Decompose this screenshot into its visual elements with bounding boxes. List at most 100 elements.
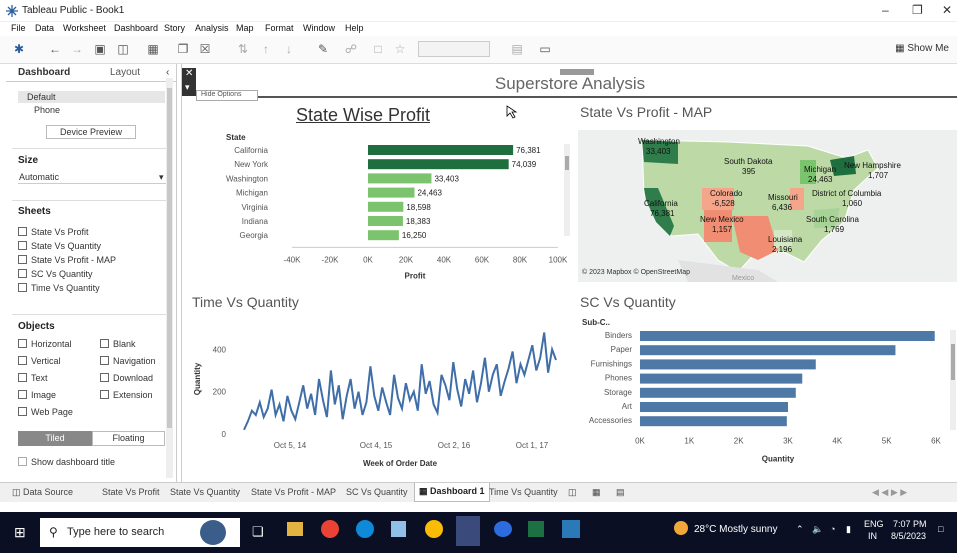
category-label: Binders [605,331,632,340]
object-vertical[interactable]: Vertical [18,356,61,366]
speaker-icon[interactable]: 🔈 [812,524,823,535]
clock-date: 8/5/2023 [891,531,927,541]
bar-value-label: 24,463 [417,189,442,198]
floating-toggle[interactable]: Floating [92,431,165,446]
tiled-toggle[interactable]: Tiled [18,431,92,446]
object-image[interactable]: Image [18,390,56,400]
sheet-item[interactable]: State Vs Quantity [18,241,101,251]
sort-desc-icon[interactable]: ↓ [282,42,296,56]
object-blank[interactable]: Blank [100,339,136,349]
sheet-item[interactable]: SC Vs Quantity [18,269,93,279]
notepad-icon[interactable] [391,521,406,537]
object-navigation[interactable]: Navigation [100,356,156,366]
tableau-home-icon[interactable]: ✱ [12,42,26,56]
chrome-icon[interactable] [321,520,339,538]
photos-icon[interactable] [562,520,580,538]
time-qty-chart[interactable]: 0 200 400 Quantity Oct 5, 14 Oct 4, 15 Oct 2, … [186,316,568,468]
pin-icon[interactable]: ☆ [393,42,407,56]
tab-state-vs-profit-map[interactable]: State Vs Profit - MAP [251,487,336,497]
tab-data-source[interactable]: ◫ Data Source [12,487,73,498]
show-title-checkbox[interactable]: Show dashboard title [18,457,115,467]
show-me-icon: ▦ [895,43,908,54]
new-worksheet-icon[interactable]: ◫ [568,487,577,498]
menu-file[interactable]: File [11,23,26,33]
excel-icon[interactable] [528,521,544,537]
new-worksheet-icon[interactable]: ▦ [146,42,160,56]
battery-icon[interactable]: ▮ [846,524,851,535]
task-view-icon[interactable]: ❏ [252,524,264,540]
tab-dashboard-1[interactable]: ▦ Dashboard 1 [414,483,490,502]
menu-dashboard[interactable]: Dashboard [114,23,158,33]
undo-icon[interactable]: ← [48,42,62,56]
labels-icon[interactable]: □ [371,42,385,56]
fit-dropdown[interactable] [418,41,490,57]
menu-format[interactable]: Format [265,23,294,33]
clear-sheet-icon[interactable]: ☒ [198,42,212,56]
tab-layout[interactable]: Layout [110,67,140,78]
save-icon[interactable]: ▣ [93,42,107,56]
redo-icon[interactable]: → [70,42,84,56]
notifications-icon[interactable]: □ [938,524,943,534]
tab-sc-vs-quantity[interactable]: SC Vs Quantity [346,487,408,497]
object-horizontal[interactable]: Horizontal [18,339,72,349]
file-explorer-icon[interactable] [287,522,303,536]
menu-help[interactable]: Help [345,23,364,33]
tray-chevron-icon[interactable]: ⌃ [796,524,804,535]
show-me-button[interactable]: ▦ Show Me [895,43,949,54]
menu-analysis[interactable]: Analysis [195,23,229,33]
object-extension[interactable]: Extension [100,390,153,400]
duplicate-icon[interactable]: ❐ [176,42,190,56]
scrollbar-thumb[interactable] [167,88,172,428]
tableau-taskbar-icon[interactable] [456,516,480,546]
wifi-icon[interactable]: ◔ [830,524,835,534]
category-label: Furnishings [591,359,632,368]
tab-state-vs-quantity[interactable]: State Vs Quantity [170,487,240,497]
menu-data[interactable]: Data [35,23,54,33]
windows-start-icon[interactable]: ⊞ [14,524,26,541]
weather-text[interactable]: 28°C Mostly sunny [694,524,777,535]
tab-state-vs-profit[interactable]: State Vs Profit [102,487,160,497]
clock-time[interactable]: 7:07 PM [893,519,927,529]
highlight-icon[interactable]: ✎ [316,42,330,56]
state-profit-map[interactable]: Washington 33,403 California 76,381 Sout… [578,130,957,282]
sort-asc-icon[interactable]: ↑ [259,42,273,56]
chrome-profile-icon[interactable] [425,520,443,538]
size-select[interactable]: Automatic ▾ [18,171,166,184]
tab-nav-arrows-icon[interactable]: ◀ ◀ ▶ ▶ [872,487,907,498]
language-label[interactable]: ENG [864,519,884,529]
collapse-sidebar-icon[interactable]: ‹ [166,67,169,78]
minimize-icon[interactable]: – [882,3,889,17]
sidebar-scrollbar[interactable] [166,78,173,478]
tab-dashboard[interactable]: Dashboard [18,67,70,78]
object-text[interactable]: Text [18,373,48,383]
new-data-source-icon[interactable]: ◫ [116,42,130,56]
taskbar-search[interactable]: ⚲ Type here to search [40,518,240,547]
new-dashboard-icon[interactable]: ▦ [592,487,601,498]
device-default[interactable]: Default [27,92,56,102]
object-web-page[interactable]: Web Page [18,407,73,417]
new-story-icon[interactable]: ▤ [616,487,625,498]
state-profit-chart[interactable]: State California 76,381 New York 74,039 Washi… [192,134,574,282]
edge-icon[interactable] [356,520,374,538]
sheet-item[interactable]: State Vs Profit - MAP [18,255,116,265]
restore-icon[interactable]: ❐ [912,3,923,17]
show-cards-icon[interactable]: ▤ [510,42,524,56]
sheet-item[interactable]: State Vs Profit [18,227,89,237]
group-icon[interactable]: ☍ [344,42,358,56]
menu-map[interactable]: Map [236,23,254,33]
sheet-item[interactable]: Time Vs Quantity [18,283,100,293]
sc-qty-chart[interactable]: Sub-C.. Binders Paper Furnishings Phones Stor… [578,316,957,468]
hide-options-button[interactable]: Hide Options [196,90,258,101]
tab-time-vs-quantity[interactable]: Time Vs Quantity [489,487,558,497]
presentation-icon[interactable]: ▭ [538,42,552,56]
device-phone[interactable]: Phone [34,105,60,115]
object-download[interactable]: Download [100,373,153,383]
bar-value-label: 33,403 [434,174,459,183]
close-icon[interactable]: ✕ [942,3,952,17]
device-preview-button[interactable]: Device Preview [46,125,136,139]
zoom-icon[interactable] [494,521,512,537]
menu-worksheet[interactable]: Worksheet [63,23,106,33]
menu-story[interactable]: Story [164,23,185,33]
swap-icon[interactable]: ⇅ [236,42,250,56]
menu-window[interactable]: Window [303,23,335,33]
